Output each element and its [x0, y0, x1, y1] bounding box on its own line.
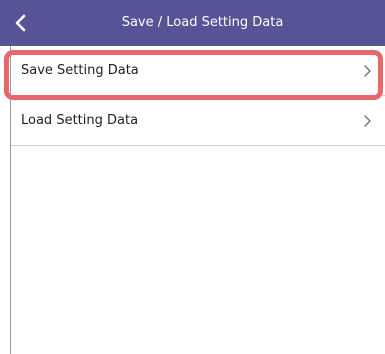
chevron-right-icon	[363, 65, 371, 77]
settings-list: Save Setting Data Load Setting Data	[10, 46, 385, 354]
chevron-right-icon	[363, 115, 371, 127]
load-setting-data-label: Load Setting Data	[21, 113, 139, 128]
save-setting-data-label: Save Setting Data	[21, 63, 139, 78]
app-header: Save / Load Setting Data	[0, 0, 385, 46]
load-setting-data-item[interactable]: Load Setting Data	[11, 96, 385, 146]
save-setting-data-item[interactable]: Save Setting Data	[11, 46, 385, 96]
page-title: Save / Load Setting Data	[121, 15, 284, 30]
screen: Save / Load Setting Data Save Setting Da…	[0, 0, 385, 354]
